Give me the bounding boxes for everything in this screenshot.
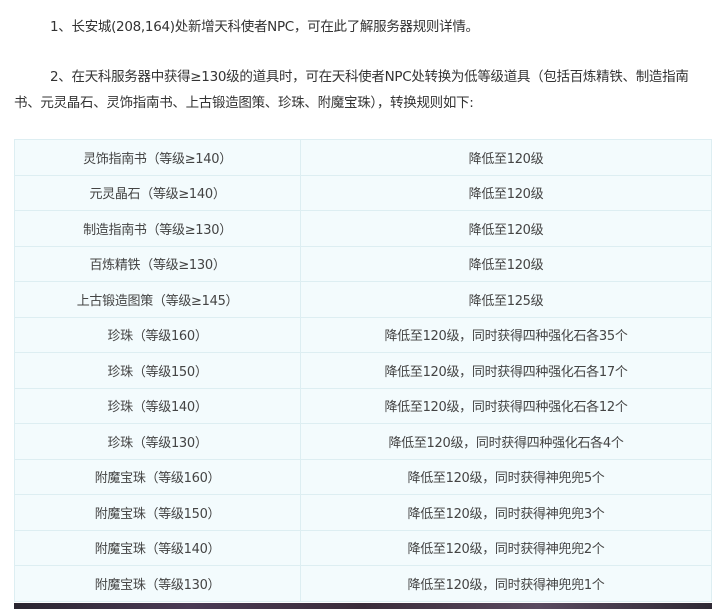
rule-cell: 降低至120级 [300, 245, 712, 282]
rule-cell: 降低至120级 [300, 139, 712, 176]
item-cell: 制造指南书（等级≥130） [14, 210, 301, 247]
item-cell: 附魔宝珠（等级140） [14, 529, 301, 566]
item-cell: 百炼精铁（等级≥130） [14, 245, 301, 282]
item-cell: 珍珠（等级150） [14, 352, 301, 389]
table-row: 附魔宝珠（等级160） 降低至120级，同时获得神兜兜5个 [14, 458, 712, 495]
item-cell: 上古锻造图策（等级≥145） [14, 281, 301, 318]
item-cell: 元灵晶石（等级≥140） [14, 174, 301, 211]
table-row: 附魔宝珠（等级130） 降低至120级，同时获得神兜兜1个 [14, 565, 712, 602]
bottom-image-strip [14, 603, 712, 609]
rule-cell: 降低至125级 [300, 281, 712, 318]
rule-cell: 降低至120级，同时获得四种强化石各35个 [300, 316, 712, 353]
rule-cell: 降低至120级，同时获得神兜兜5个 [300, 458, 712, 495]
item-cell: 珍珠（等级160） [14, 316, 301, 353]
item-cell: 附魔宝珠（等级160） [14, 458, 301, 495]
table-row: 附魔宝珠（等级140） 降低至120级，同时获得神兜兜2个 [14, 529, 712, 566]
conversion-rules-table: 灵饰指南书（等级≥140） 降低至120级 元灵晶石（等级≥140） 降低至120级制… [14, 139, 712, 602]
rule-cell: 降低至120级，同时获得神兜兜3个 [300, 494, 712, 531]
rule-cell: 降低至120级，同时获得神兜兜1个 [300, 565, 712, 602]
rule-cell: 降低至120级，同时获得四种强化石各4个 [300, 423, 712, 460]
rule-cell: 降低至120级，同时获得神兜兜2个 [300, 529, 712, 566]
table-row: 元灵晶石（等级≥140） 降低至120级 [14, 174, 712, 211]
paragraph-conversion-intro: 2、在天科服务器中获得≥130级的道具时，可在天科使者NPC处转换为低等级道具（… [14, 69, 689, 111]
table-row: 附魔宝珠（等级150） 降低至120级，同时获得神兜兜3个 [14, 494, 712, 531]
table-row: 百炼精铁（等级≥130） 降低至120级 [14, 245, 712, 282]
table-row: 灵饰指南书（等级≥140） 降低至120级 [14, 139, 712, 176]
rule-cell: 降低至120级，同时获得四种强化石各17个 [300, 352, 712, 389]
item-cell: 附魔宝珠（等级150） [14, 494, 301, 531]
table-row: 珍珠（等级140） 降低至120级，同时获得四种强化石各12个 [14, 387, 712, 424]
item-cell: 珍珠（等级140） [14, 387, 301, 424]
item-cell: 附魔宝珠（等级130） [14, 565, 301, 602]
table-row: 制造指南书（等级≥130） 降低至120级 [14, 210, 712, 247]
rule-cell: 降低至120级 [300, 174, 712, 211]
item-cell: 珍珠（等级130） [14, 423, 301, 460]
table-row: 珍珠（等级160） 降低至120级，同时获得四种强化石各35个 [14, 316, 712, 353]
rule-cell: 降低至120级，同时获得四种强化石各12个 [300, 387, 712, 424]
paragraph-npc-location: 1、长安城(208,164)处新增天科使者NPC，可在此了解服务器规则详情。 [50, 19, 479, 35]
rule-cell: 降低至120级 [300, 210, 712, 247]
table-row: 上古锻造图策（等级≥145） 降低至125级 [14, 281, 712, 318]
item-cell: 灵饰指南书（等级≥140） [14, 139, 301, 176]
table-row: 珍珠（等级130） 降低至120级，同时获得四种强化石各4个 [14, 423, 712, 460]
table-row: 珍珠（等级150） 降低至120级，同时获得四种强化石各17个 [14, 352, 712, 389]
